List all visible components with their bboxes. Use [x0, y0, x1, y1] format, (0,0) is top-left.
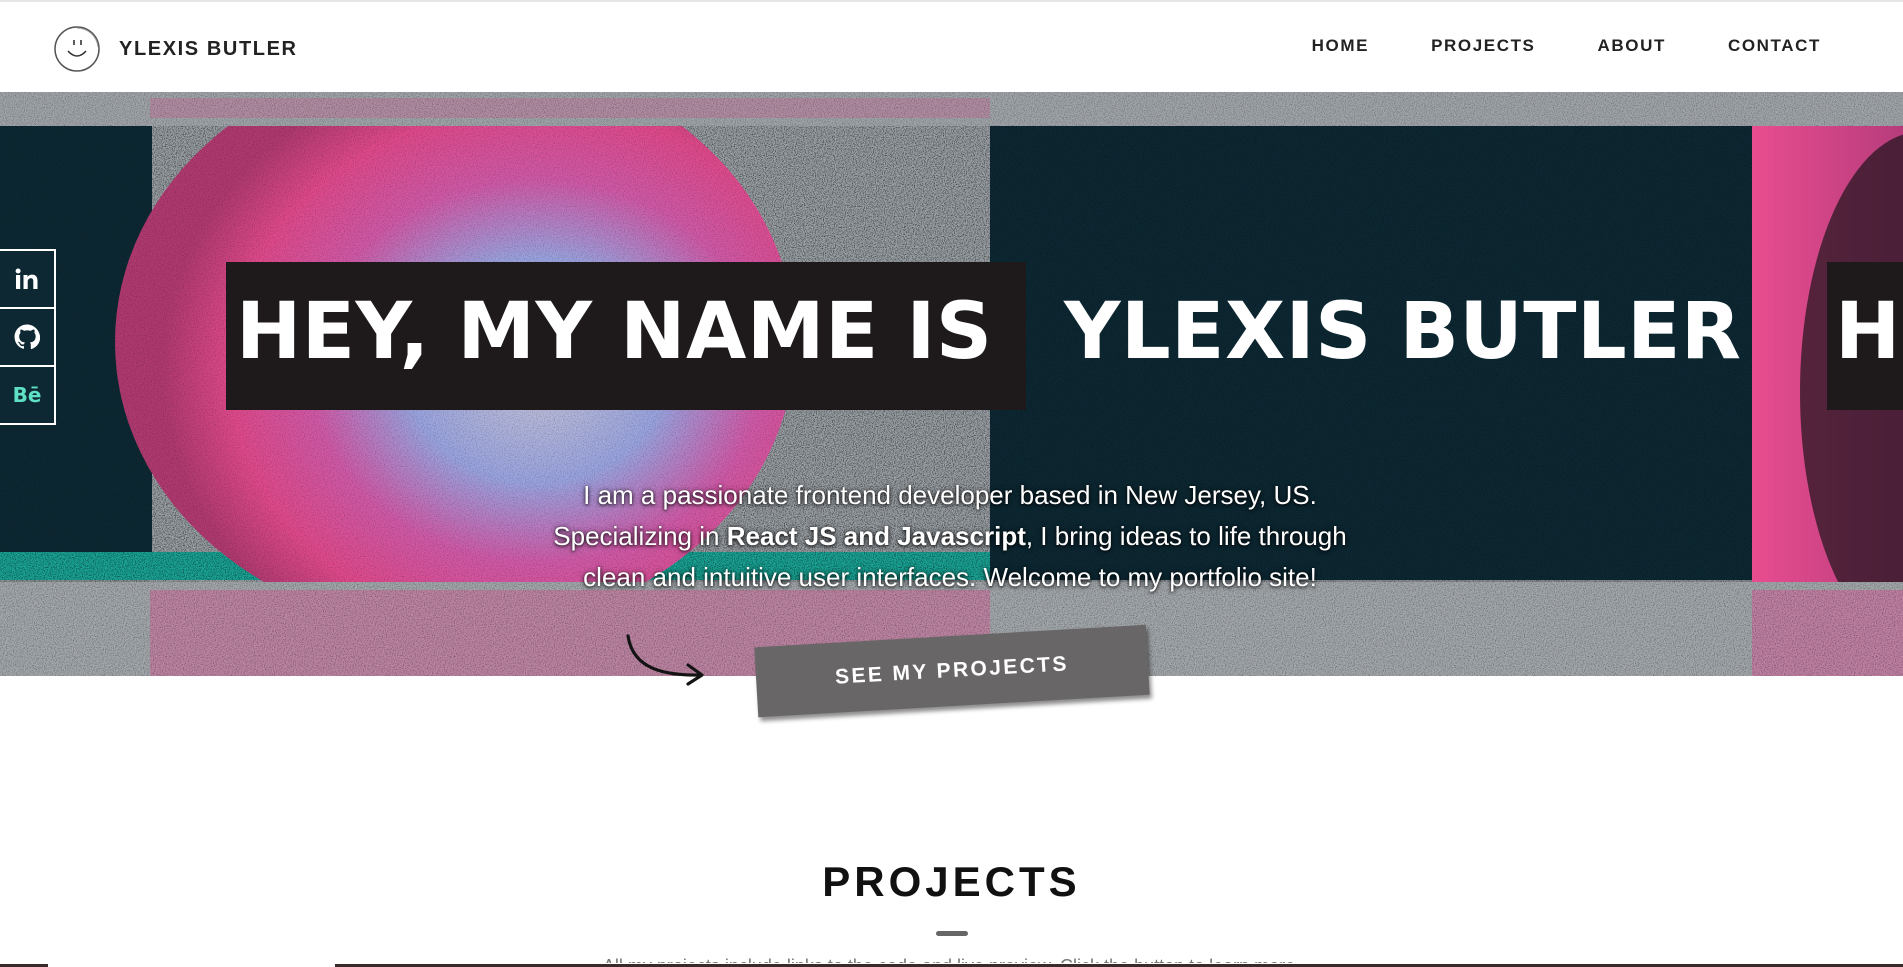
github-link[interactable]: [0, 307, 56, 367]
linkedin-icon: [15, 268, 38, 289]
marquee-wrap-right: H: [1835, 287, 1901, 377]
brand-home-link[interactable]: YLEXIS BUTLER: [53, 24, 298, 74]
next-section-edge: [0, 963, 1903, 967]
heading-underline: [936, 931, 968, 936]
behance-icon: Bē: [12, 383, 42, 407]
nav-link-about[interactable]: ABOUT: [1598, 36, 1666, 55]
top-navbar: YLEXIS BUTLER HOME PROJECTS ABOUT CONTAC…: [0, 0, 1903, 92]
marquee-name-text: YLEXIS BUTLER: [1064, 287, 1742, 377]
nav-links: HOME PROJECTS ABOUT CONTACT: [1312, 36, 1821, 56]
name-marquee: R HEY, MY NAME IS YLEXIS BUTLER H: [0, 262, 1903, 412]
hero-description: I am a passionate frontend developer bas…: [553, 480, 1347, 592]
smiley-face-logo-icon: [54, 26, 100, 72]
curved-arrow-icon: [626, 634, 704, 686]
projects-heading: PROJECTS: [822, 858, 1081, 905]
hero-description-highlight: React JS and Javascript: [726, 521, 1026, 551]
behance-link[interactable]: Bē: [0, 365, 56, 425]
nav-link-contact[interactable]: CONTACT: [1728, 36, 1821, 55]
brand-name: YLEXIS BUTLER: [119, 37, 298, 60]
nav-link-projects[interactable]: PROJECTS: [1431, 36, 1535, 55]
nav-link-home[interactable]: HOME: [1312, 36, 1369, 55]
marquee-intro-text: HEY, MY NAME IS: [236, 287, 993, 377]
hero-section: R HEY, MY NAME IS YLEXIS BUTLER H I am a…: [0, 92, 1903, 676]
linkedin-link[interactable]: [0, 249, 56, 309]
github-icon: [14, 324, 40, 350]
social-links-sidebar: Bē: [0, 249, 56, 425]
